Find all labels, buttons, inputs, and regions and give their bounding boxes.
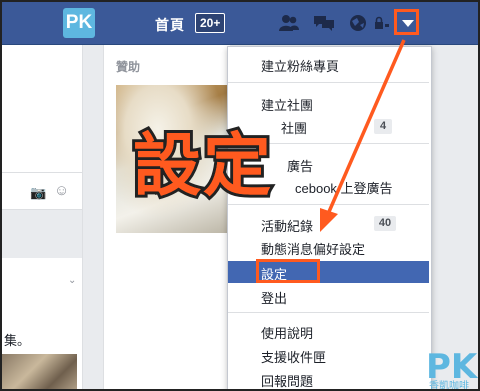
screenshot-frame: PK 首頁 20+ 📷 ☺ ⌄ 集。 贊助 建立粉絲專頁 建立社團 社團 4 廣… — [0, 0, 480, 391]
annotation-big-text-fill: 設定 — [133, 128, 274, 204]
pk-watermark-subtitle: 香凱咖啡 — [429, 381, 469, 391]
